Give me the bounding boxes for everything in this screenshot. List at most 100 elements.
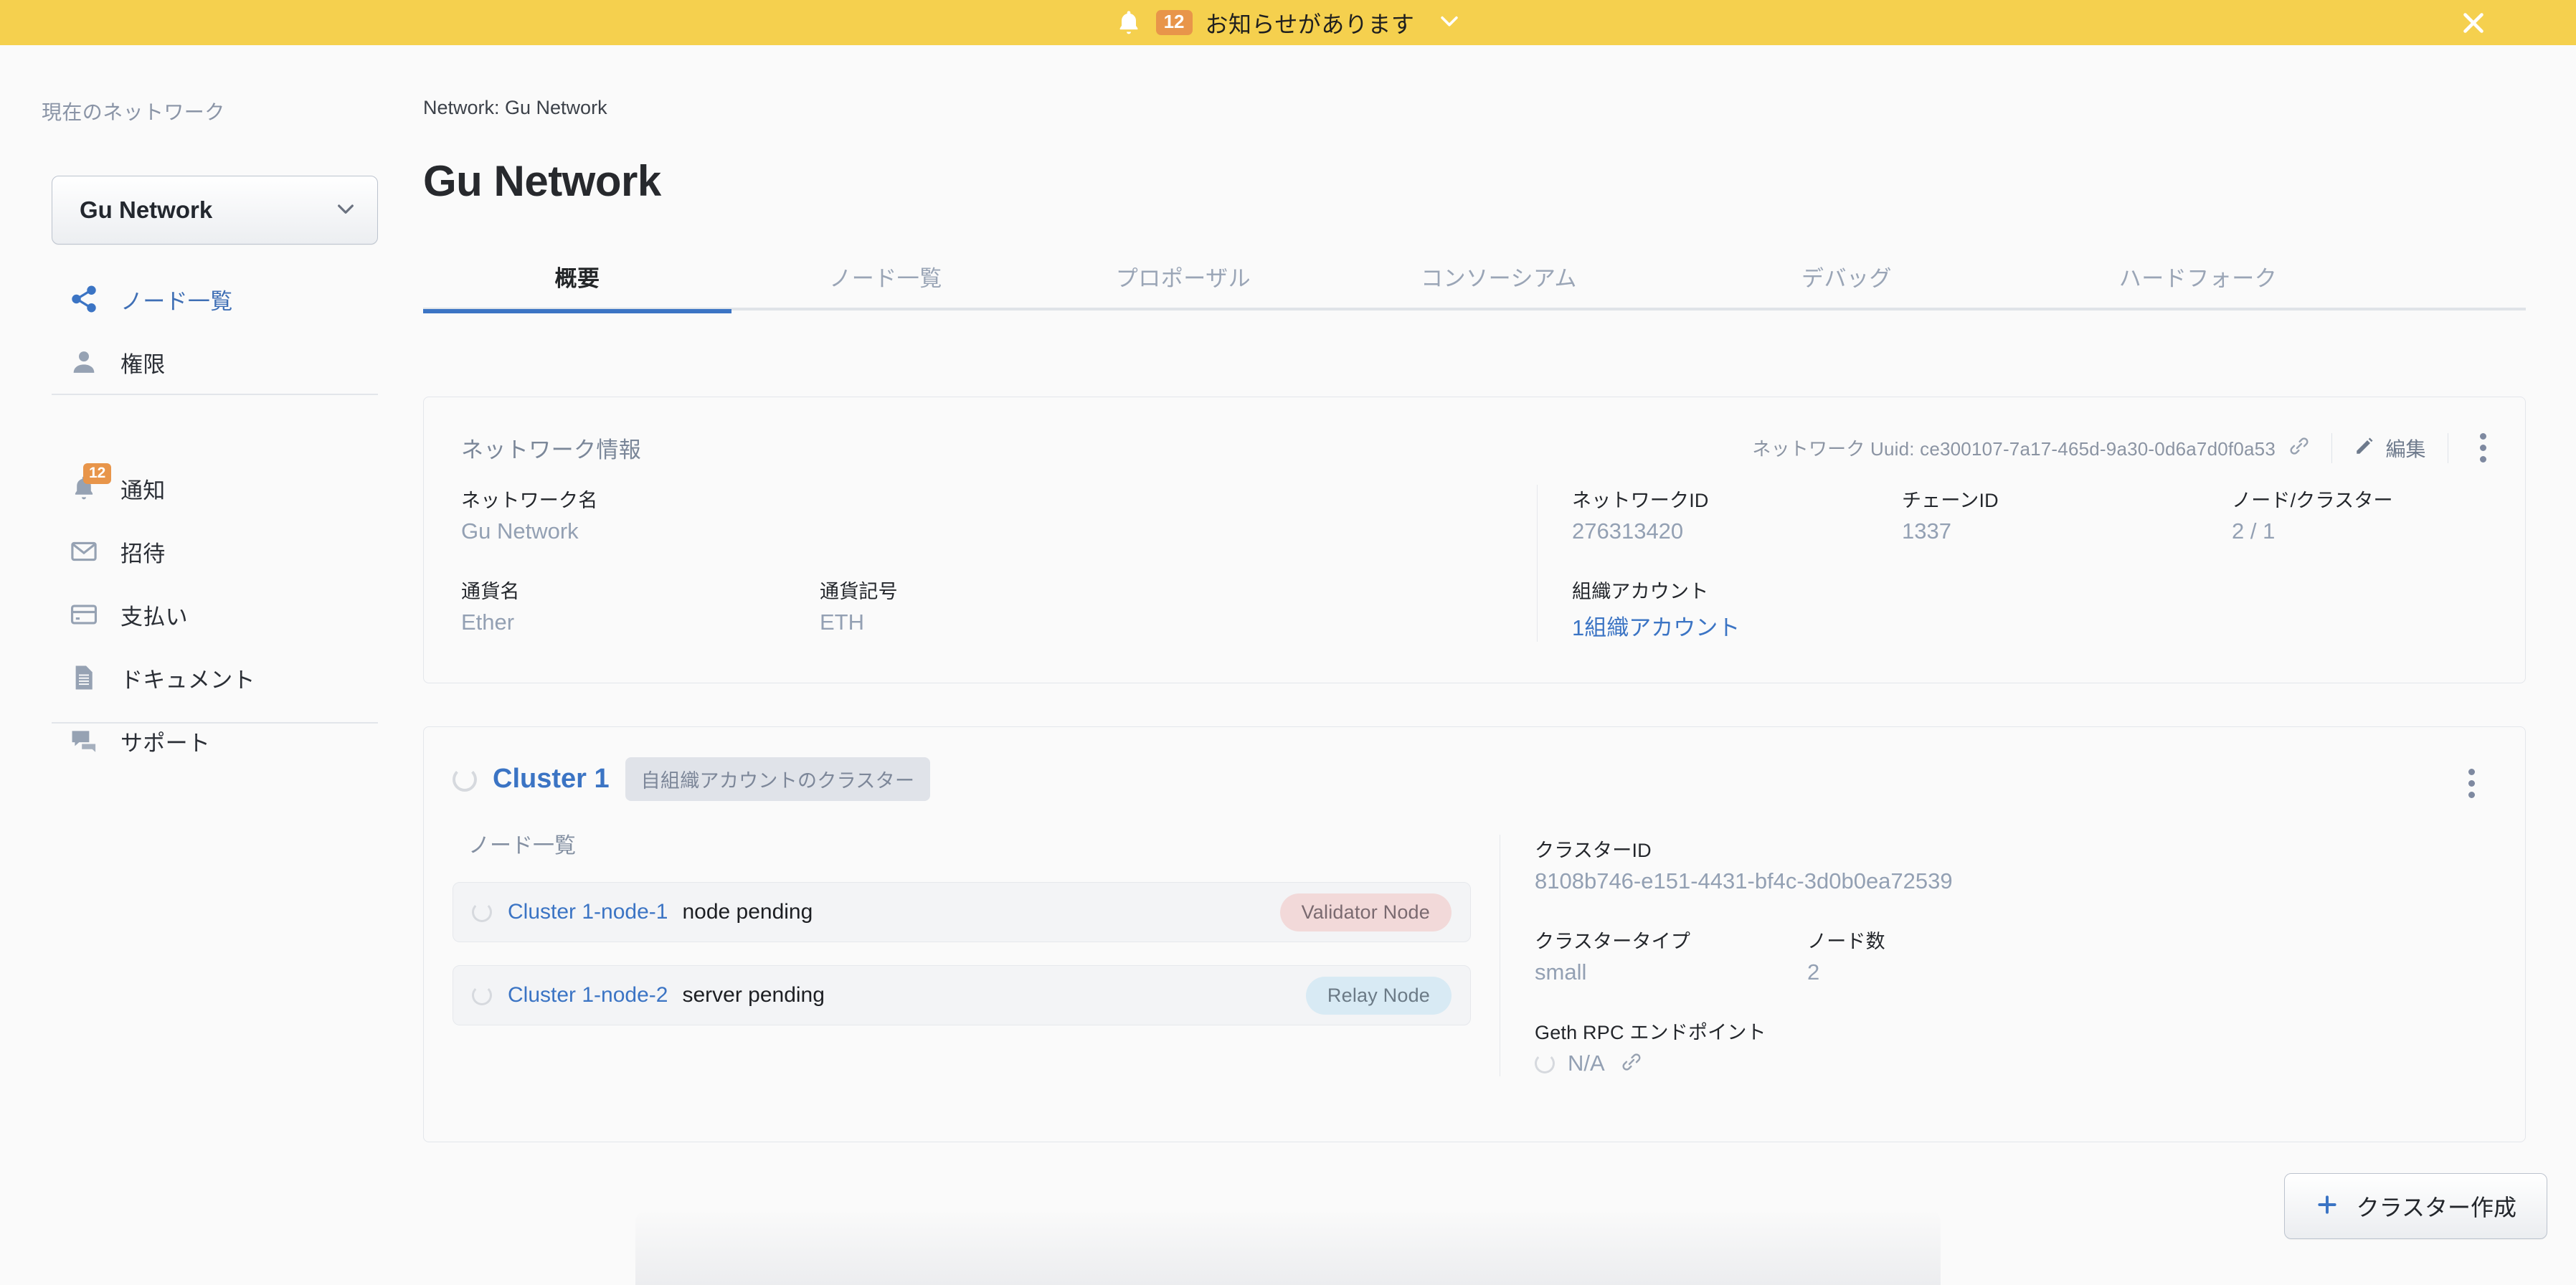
sidebar-item-label: 支払い bbox=[120, 604, 188, 630]
cluster-name[interactable]: Cluster 1 bbox=[493, 764, 610, 795]
sidebar-item-label: 招待 bbox=[120, 541, 166, 566]
tab-hardfork[interactable]: ハードフォーク bbox=[2022, 242, 2374, 310]
app-root: 12 お知らせがあります 現在のネットワーク Gu Network ノード一覧 … bbox=[0, 0, 2576, 1285]
sidebar-item-label: サポート bbox=[120, 730, 211, 756]
sidebar-item-support[interactable]: サポート bbox=[0, 709, 423, 772]
kebab-menu-icon[interactable] bbox=[2470, 429, 2496, 467]
node-status: node pending bbox=[682, 900, 813, 924]
field-rpc-endpoint: Geth RPC エンドポイント N/A bbox=[1535, 1017, 2496, 1076]
field-label: クラスターID bbox=[1535, 840, 1652, 861]
sidebar-item-label: ノード一覧 bbox=[120, 288, 233, 314]
sidebar-divider-top bbox=[52, 394, 378, 395]
field-value: Gu Network bbox=[461, 518, 579, 544]
node-list-title: ノード一覧 bbox=[468, 834, 576, 858]
field-label: 組織アカウント bbox=[1572, 581, 1709, 602]
tab-node-list[interactable]: ノード一覧 bbox=[731, 242, 1040, 310]
field-value: Ether bbox=[461, 610, 515, 635]
network-info-ids-row: ネットワークID 276313420 チェーンID 1337 ノード/クラスター… bbox=[1572, 485, 2496, 544]
field-value: ETH bbox=[820, 610, 864, 635]
bell-icon bbox=[1114, 9, 1143, 37]
field-network-name: ネットワーク名 Gu Network bbox=[461, 485, 1501, 544]
edit-label: 編集 bbox=[2385, 437, 2426, 460]
tab-consortium[interactable]: コンソーシアム bbox=[1327, 242, 1671, 310]
plus-icon bbox=[2315, 1192, 2339, 1220]
credit-card-icon bbox=[69, 599, 99, 630]
envelope-icon bbox=[69, 536, 99, 566]
sidebar-item-nodes[interactable]: ノード一覧 bbox=[0, 267, 423, 331]
main-content: Network: Gu Network Gu Network 概要 ノード一覧 … bbox=[423, 45, 2576, 1285]
sidebar-item-label: 権限 bbox=[120, 351, 166, 377]
field-value: 8108b746-e151-4431-bf4c-3d0b0ea72539 bbox=[1535, 868, 1953, 893]
network-info-header: ネットワーク情報 ネットワーク Uuid: ce300107-7a17-465d… bbox=[461, 429, 2496, 467]
status-badge: Validator Node bbox=[1279, 893, 1452, 931]
table-row[interactable]: Cluster 1-node-2 server pending Relay No… bbox=[453, 965, 1471, 1025]
edit-button[interactable]: 編集 bbox=[2354, 434, 2426, 463]
link-icon[interactable] bbox=[1618, 1051, 1642, 1076]
node-name[interactable]: Cluster 1-node-2 bbox=[508, 983, 668, 1007]
person-icon bbox=[69, 347, 99, 377]
node-name[interactable]: Cluster 1-node-1 bbox=[508, 900, 668, 924]
network-info-card: ネットワーク情報 ネットワーク Uuid: ce300107-7a17-465d… bbox=[423, 397, 2526, 683]
chevron-down-icon bbox=[334, 197, 357, 224]
field-label: Geth RPC エンドポイント bbox=[1535, 1022, 1766, 1043]
loading-spinner-icon bbox=[1535, 1053, 1555, 1073]
rpc-endpoint-row: N/A bbox=[1535, 1051, 2496, 1076]
sidebar-item-notifications[interactable]: 12 通知 bbox=[0, 457, 423, 520]
cluster-header: Cluster 1 自組織アカウントのクラスター bbox=[453, 757, 931, 801]
pencil-icon bbox=[2354, 435, 2375, 460]
field-label: チェーンID bbox=[1902, 490, 1999, 511]
field-label: クラスタータイプ bbox=[1535, 931, 1691, 952]
sidebar-nav: ノード一覧 権限 12 通知 招待 支払い ドキュメント サポート bbox=[0, 267, 423, 772]
org-account-link[interactable]: 1組織アカウント bbox=[1572, 610, 2496, 642]
sidebar-item-permissions[interactable]: 権限 bbox=[0, 331, 423, 394]
sidebar-item-label: ドキュメント bbox=[120, 667, 255, 693]
field-label: ノード/クラスター bbox=[2232, 490, 2393, 511]
sidebar-divider-bottom bbox=[52, 722, 378, 724]
notification-count-badge: 12 bbox=[1155, 9, 1193, 36]
document-icon bbox=[69, 663, 99, 693]
network-uuid: ネットワーク Uuid: ce300107-7a17-465d-9a30-0d6… bbox=[1752, 438, 2276, 460]
field-label: ネットワーク名 bbox=[461, 490, 598, 511]
tab-overview[interactable]: 概要 bbox=[423, 242, 731, 313]
table-row[interactable]: Cluster 1-node-1 node pending Validator … bbox=[453, 882, 1471, 942]
chat-bubbles-icon bbox=[69, 726, 99, 756]
divider bbox=[2331, 432, 2333, 463]
field-org-account: 組織アカウント 1組織アカウント bbox=[1572, 576, 2496, 642]
field-value: 276313420 bbox=[1572, 518, 1684, 544]
field-value: small bbox=[1535, 959, 1587, 985]
network-info-right-column: ネットワークID 276313420 チェーンID 1337 ノード/クラスター… bbox=[1537, 485, 2496, 642]
field-label: ネットワークID bbox=[1572, 490, 1709, 511]
network-selector[interactable]: Gu Network bbox=[52, 176, 378, 245]
sidebar-item-documents[interactable]: ドキュメント bbox=[0, 646, 423, 709]
field-network-id: ネットワークID 276313420 bbox=[1572, 485, 1902, 544]
loading-spinner-icon bbox=[453, 767, 477, 792]
tab-bar: 概要 ノード一覧 プロポーザル コンソーシアム デバッグ ハードフォーク bbox=[423, 242, 2526, 313]
cluster-card: Cluster 1 自組織アカウントのクラスター ノード一覧 Cluster 1… bbox=[423, 726, 2526, 1142]
link-icon[interactable] bbox=[2276, 435, 2310, 460]
cluster-node-list: ノード一覧 Cluster 1-node-1 node pending Vali… bbox=[453, 828, 1471, 1025]
sidebar-item-invitations[interactable]: 招待 bbox=[0, 520, 423, 583]
create-cluster-button[interactable]: クラスター作成 bbox=[2283, 1173, 2547, 1239]
current-network-label: 現在のネットワーク bbox=[42, 101, 225, 123]
network-selector-value: Gu Network bbox=[80, 196, 213, 223]
cluster-type-row: クラスタータイプ small ノード数 2 bbox=[1535, 926, 2496, 985]
sidebar-item-payments[interactable]: 支払い bbox=[0, 583, 423, 646]
field-currency-symbol: 通貨記号 ETH bbox=[820, 576, 898, 635]
sidebar-notification-badge: 12 bbox=[83, 463, 112, 485]
cluster-details: クラスターID 8108b746-e151-4431-bf4c-3d0b0ea7… bbox=[1500, 835, 2496, 1076]
node-status: server pending bbox=[682, 983, 825, 1007]
notification-banner-content[interactable]: 12 お知らせがあります bbox=[1114, 6, 1462, 39]
sidebar: 現在のネットワーク Gu Network ノード一覧 権限 12 通知 招待 支… bbox=[0, 45, 423, 1285]
field-label: 通貨記号 bbox=[820, 581, 898, 602]
tab-proposals[interactable]: プロポーザル bbox=[1040, 242, 1327, 310]
notification-banner[interactable]: 12 お知らせがあります bbox=[0, 0, 2576, 45]
field-chain-id: チェーンID 1337 bbox=[1902, 485, 2232, 544]
kebab-menu-icon[interactable] bbox=[2458, 764, 2485, 802]
rpc-endpoint-value: N/A bbox=[1568, 1051, 1605, 1076]
divider bbox=[2447, 432, 2448, 463]
field-currency-name: 通貨名 Ether bbox=[461, 576, 820, 635]
network-info-left-column: ネットワーク名 Gu Network 通貨名 Ether 通貨記号 ETH bbox=[461, 485, 1501, 635]
tab-debug[interactable]: デバッグ bbox=[1671, 242, 2022, 310]
chevron-down-icon[interactable] bbox=[1427, 9, 1462, 37]
network-info-title: ネットワーク情報 bbox=[461, 437, 642, 463]
